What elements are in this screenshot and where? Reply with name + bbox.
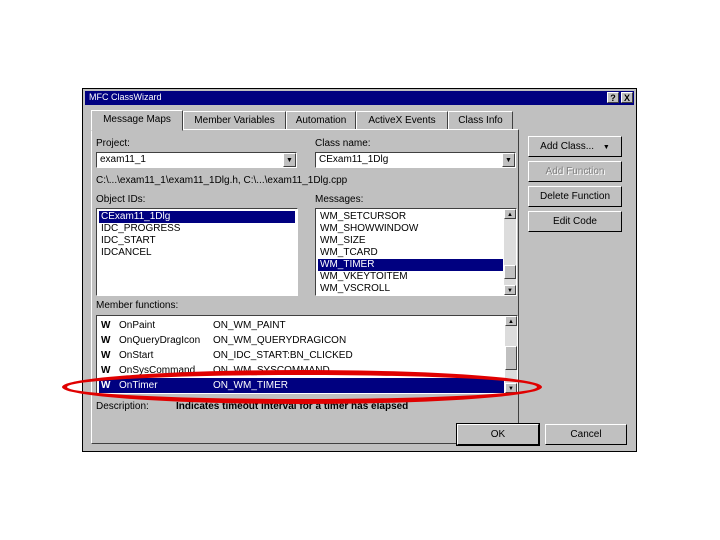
list-item[interactable]: IDC_PROGRESS [99,223,295,235]
edit-code-button[interactable]: Edit Code [528,211,622,232]
add-function-button[interactable]: Add Function [528,161,622,182]
member-functions-label: Member functions: [96,300,179,311]
scroll-down-icon[interactable]: ▼ [504,285,516,295]
handler-macro: ON_WM_PAINT [213,320,286,331]
list-item[interactable]: WM_SIZE [318,235,503,247]
windows-message-marker: W [101,350,111,361]
chevron-down-icon[interactable]: ▼ [502,153,515,167]
table-row[interactable]: W OnPaint ON_WM_PAINT [99,318,504,333]
function-name: OnQueryDragIcon [119,335,201,346]
add-class-button[interactable]: Add Class... ▼ [528,136,622,157]
add-class-label: Add Class... [540,141,595,152]
list-item[interactable]: IDC_START [99,235,295,247]
ok-button[interactable]: OK [456,423,540,446]
list-item[interactable]: WM_TCARD [318,247,503,259]
table-row[interactable]: W OnSysCommand ON_WM_SYSCOMMAND [99,363,504,378]
list-item[interactable]: WM_TIMER [318,259,503,271]
function-name: OnStart [119,350,154,361]
windows-message-marker: W [101,320,111,331]
handler-macro: ON_IDC_START:BN_CLICKED [213,350,353,361]
member-functions-list[interactable]: W OnPaint ON_WM_PAINT W OnQueryDragIcon … [96,315,518,394]
function-name: OnTimer [119,380,158,391]
close-button[interactable]: X [621,92,633,103]
chevron-down-icon[interactable]: ▼ [283,153,296,167]
tab-message-maps[interactable]: Message Maps [91,110,183,131]
list-item[interactable]: CExam11_1Dlg [99,211,295,223]
handler-macro: ON_WM_SYSCOMMAND [213,365,330,376]
list-item[interactable]: WM_SETCURSOR [318,211,503,223]
messages-list[interactable]: WM_SETCURSOR WM_SHOWWINDOW WM_SIZE WM_TC… [315,208,517,296]
object-ids-list[interactable]: CExam11_1Dlg IDC_PROGRESS IDC_START IDCA… [96,208,298,296]
tab-automation[interactable]: Automation [286,111,356,130]
windows-message-marker: W [101,365,111,376]
messages-label: Messages: [315,194,364,205]
classwizard-dialog: MFC ClassWizard ? X Message Maps Member … [82,88,637,452]
table-row[interactable]: W OnQueryDragIcon ON_WM_QUERYDRAGICON [99,333,504,348]
title-bar[interactable]: MFC ClassWizard ? X [85,91,634,105]
windows-message-marker: W [101,335,111,346]
handler-macro: ON_WM_TIMER [213,380,288,391]
list-item[interactable]: WM_SHOWWINDOW [318,223,503,235]
scroll-up-icon[interactable]: ▲ [505,316,517,326]
object-ids-label: Object IDs: [96,194,146,205]
file-path-text: C:\...\exam11_1\exam11_1Dlg.h, C:\...\ex… [96,175,348,186]
windows-message-marker: W [101,380,111,391]
table-row[interactable]: W OnStart ON_IDC_START:BN_CLICKED [99,348,504,363]
tab-class-info[interactable]: Class Info [448,111,513,130]
class-name-combo[interactable]: CExam11_1Dlg ▼ [315,152,516,168]
list-item[interactable]: WM_VSCROLL [318,283,503,295]
project-combo[interactable]: exam11_1 ▼ [96,152,297,168]
scroll-thumb[interactable] [504,265,516,279]
class-name-value: CExam11_1Dlg [319,154,389,165]
description-text: Indicates timeout interval for a timer h… [176,401,409,412]
window-title: MFC ClassWizard [89,92,162,102]
table-row[interactable]: W OnTimer ON_WM_TIMER [99,378,504,393]
class-name-label: Class name: [315,138,371,149]
tab-member-variables[interactable]: Member Variables [183,111,286,130]
function-name: OnSysCommand [119,365,196,376]
description-label: Description: [96,401,149,412]
scroll-down-icon[interactable]: ▼ [505,383,517,393]
messages-scrollbar[interactable]: ▲ ▼ [504,209,516,295]
project-label: Project: [96,138,130,149]
list-item[interactable]: IDCANCEL [99,247,295,259]
cancel-button[interactable]: Cancel [545,424,627,445]
scroll-up-icon[interactable]: ▲ [504,209,516,219]
project-value: exam11_1 [100,154,146,165]
member-functions-scrollbar[interactable]: ▲ ▼ [505,316,517,393]
help-button[interactable]: ? [607,92,619,103]
delete-function-button[interactable]: Delete Function [528,186,622,207]
function-name: OnPaint [119,320,156,331]
chevron-down-icon: ▼ [602,144,610,151]
scroll-thumb[interactable] [505,346,517,370]
list-item[interactable]: WM_VKEYTOITEM [318,271,503,283]
handler-macro: ON_WM_QUERYDRAGICON [213,335,347,346]
tab-activex-events[interactable]: ActiveX Events [356,111,448,130]
